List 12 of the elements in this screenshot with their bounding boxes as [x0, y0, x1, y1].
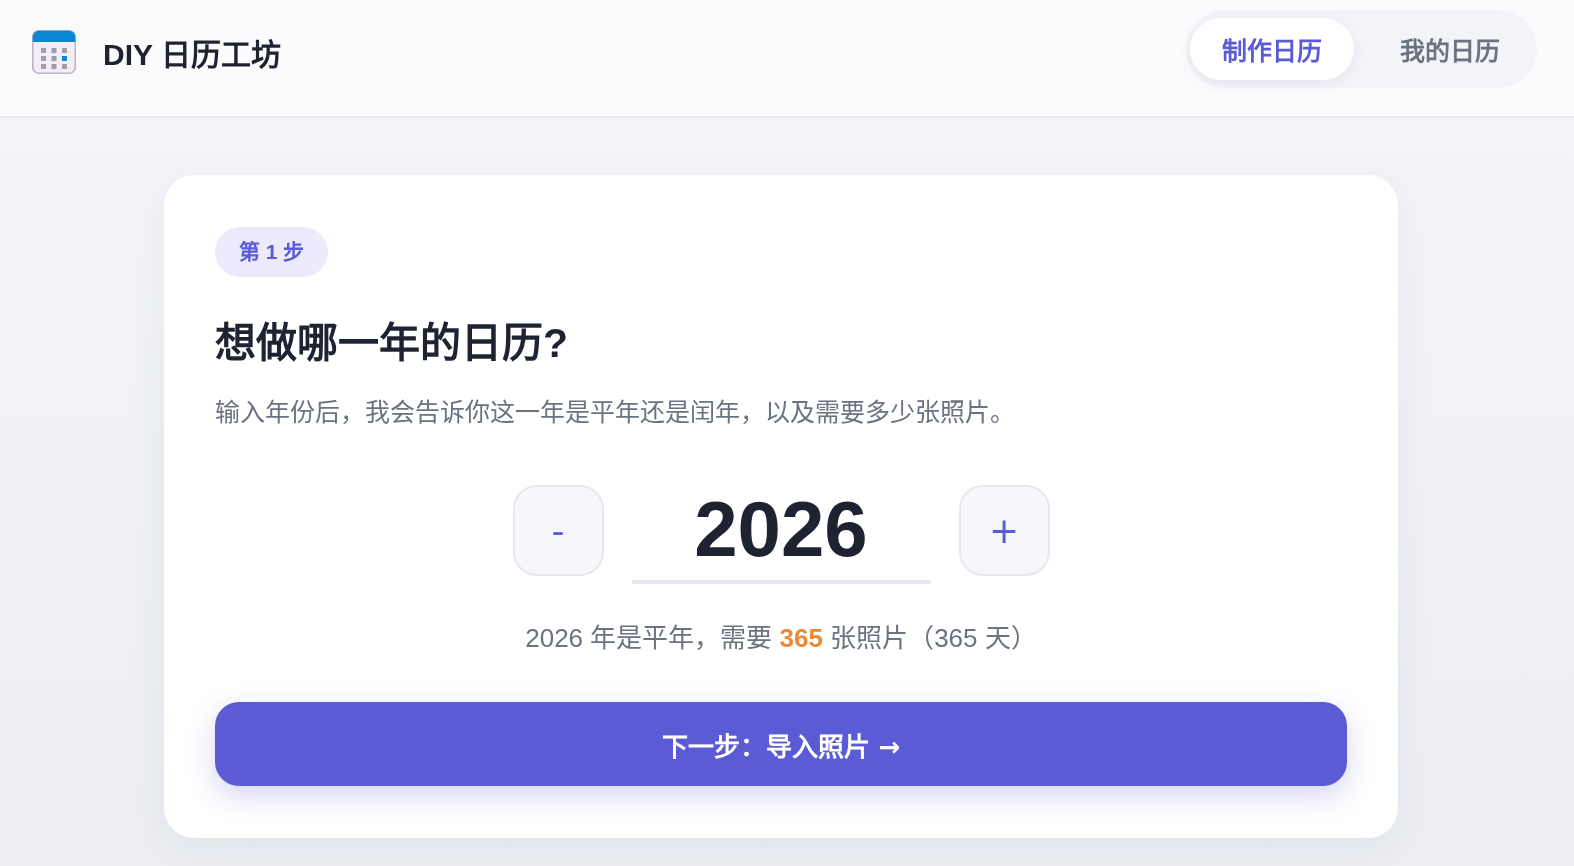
increment-button[interactable]: +: [958, 485, 1050, 576]
nav-tab[interactable]: 制作日历: [1190, 18, 1354, 80]
year-result-text: 2026 年是平年，需要 365 张照片（365 天）: [524, 622, 1038, 655]
app-title: DIY 日历工坊: [103, 37, 281, 73]
decrement-button[interactable]: -: [512, 485, 604, 576]
step-heading: 想做哪一年的日历?: [215, 319, 569, 368]
calendar-icon: [32, 30, 76, 74]
year-input[interactable]: 2026: [631, 485, 931, 584]
nav-tab[interactable]: 我的日历: [1368, 18, 1532, 80]
next-step-button[interactable]: 下一步：导入照片 →: [215, 702, 1347, 786]
step-description: 输入年份后，我会告诉你这一年是平年还是闰年，以及需要多少张照片。: [215, 397, 1015, 428]
step-label: 第 1 步: [215, 227, 329, 277]
